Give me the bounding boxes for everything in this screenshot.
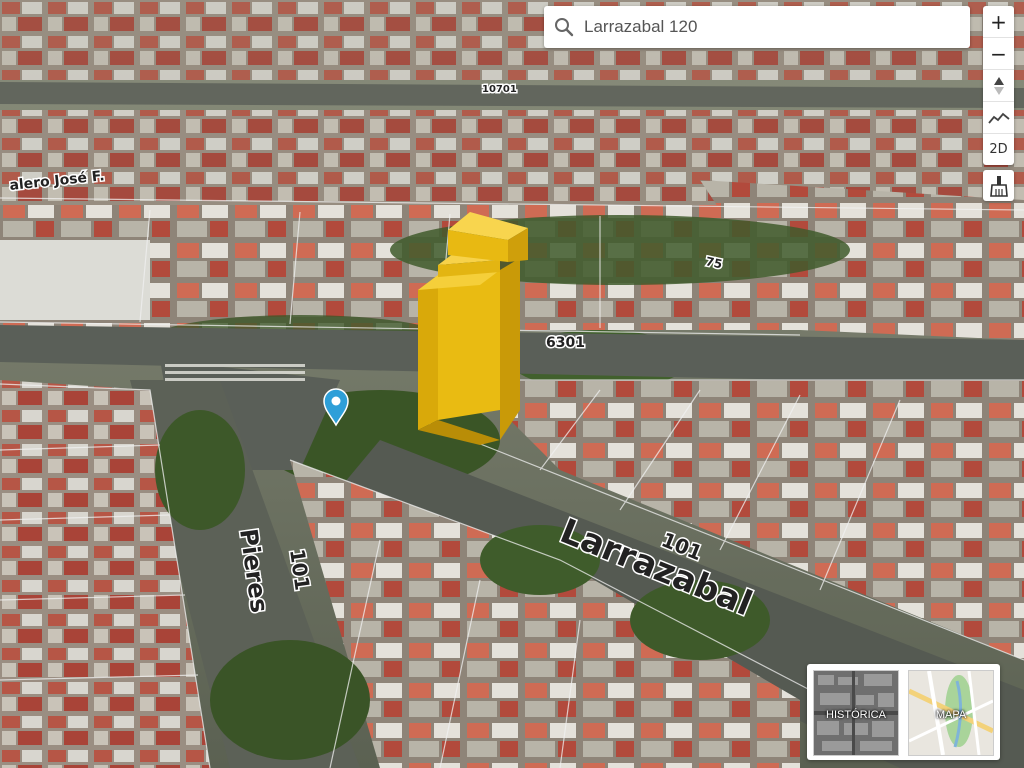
aerial-imagery: Larrazabal 101 Pieres 101 6301 10701 75 …: [0, 0, 1024, 768]
map-view[interactable]: Larrazabal 101 Pieres 101 6301 10701 75 …: [0, 0, 1024, 768]
basemap-mapa[interactable]: MAPA: [908, 670, 994, 756]
basemap-mapa-label: MAPA: [935, 709, 967, 721]
zoom-out-button[interactable]: −: [983, 38, 1014, 70]
zoom-in-button[interactable]: +: [983, 6, 1014, 38]
profile-icon: [987, 112, 1010, 124]
zoom-in-icon: +: [990, 9, 1007, 34]
street-number-cross: 6301: [546, 335, 585, 351]
street-number-top: 10701: [482, 84, 517, 95]
toggle-2d-button[interactable]: 2D: [983, 134, 1014, 165]
clear-button[interactable]: [983, 170, 1014, 201]
elevation-profile-button[interactable]: [983, 102, 1014, 134]
search-icon[interactable]: [554, 17, 574, 37]
broom-icon: [989, 175, 1008, 197]
map-toolbar: + − 2D: [983, 6, 1014, 165]
compass-icon: [993, 76, 1004, 95]
basemap-historica-label: HISTÓRICA: [826, 709, 886, 721]
compass-button[interactable]: [983, 70, 1014, 102]
basemap-historica[interactable]: HISTÓRICA: [813, 670, 899, 756]
zoom-out-icon: −: [990, 41, 1007, 66]
search-input[interactable]: [582, 16, 946, 38]
toggle-2d-label: 2D: [989, 142, 1008, 157]
search-box[interactable]: [544, 6, 970, 48]
basemap-switcher: HISTÓRICA MAPA: [807, 664, 1000, 760]
